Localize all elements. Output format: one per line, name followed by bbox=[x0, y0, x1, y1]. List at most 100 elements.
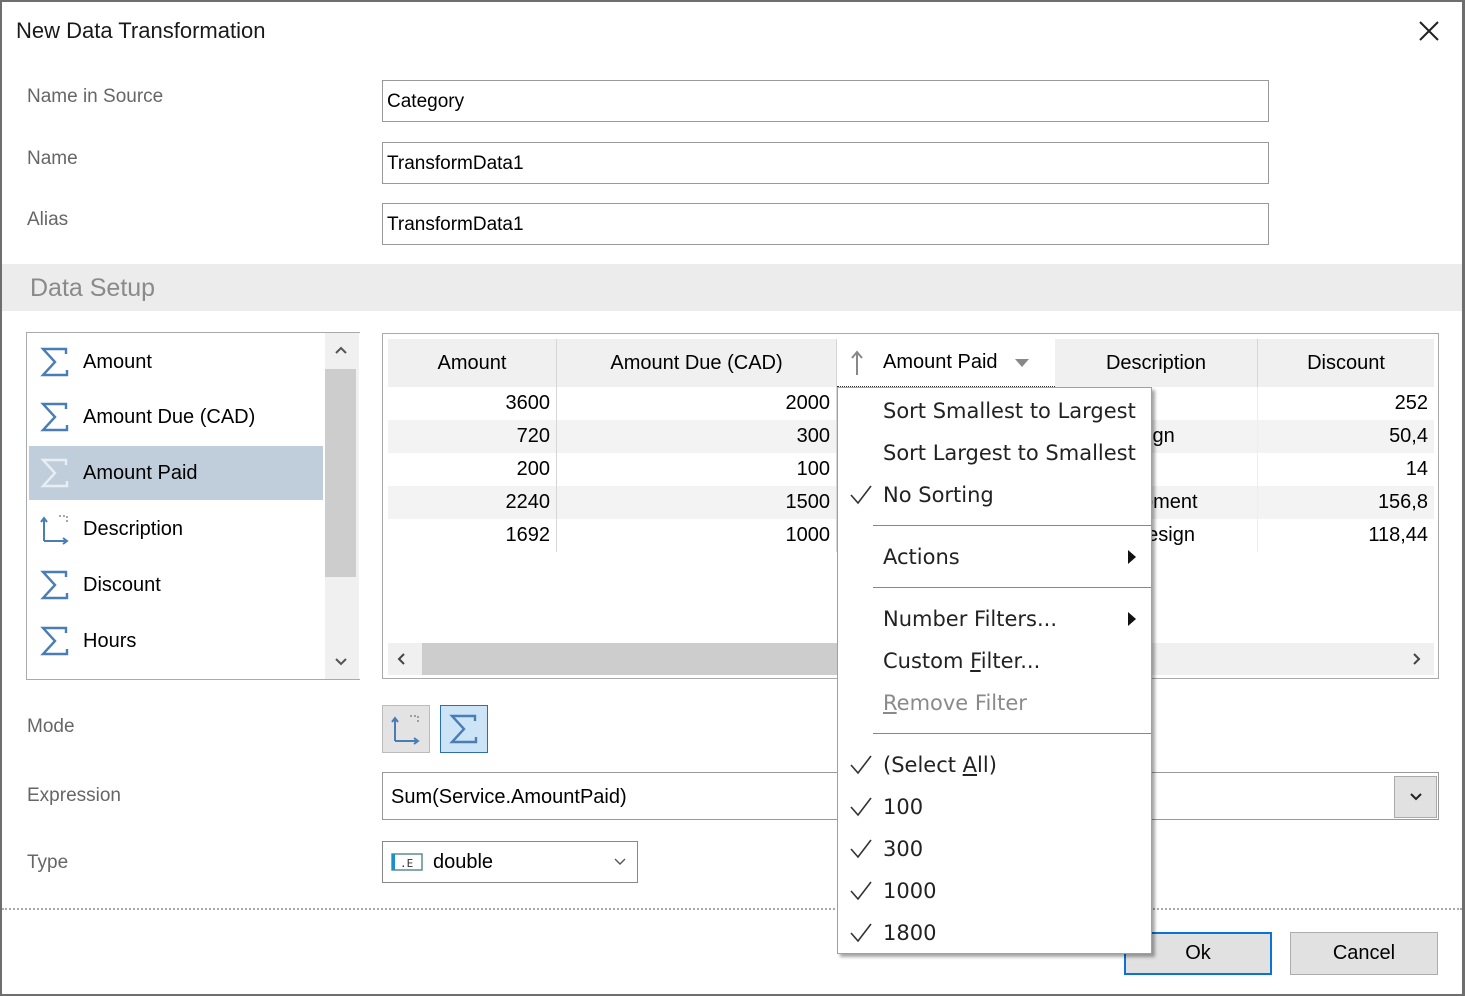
sigma-icon bbox=[29, 569, 81, 601]
sigma-icon bbox=[29, 346, 81, 378]
filter-value-select-all[interactable]: (Select All) bbox=[838, 745, 1151, 785]
data-setup-section: Data Setup bbox=[2, 264, 1462, 311]
name-in-source-input[interactable]: Category bbox=[382, 80, 1269, 122]
column-header-amount-paid[interactable]: Amount Paid bbox=[837, 339, 1055, 387]
scrollbar-thumb[interactable] bbox=[325, 369, 356, 577]
menu-item-label: Number Filters... bbox=[883, 607, 1058, 631]
menu-separator bbox=[873, 587, 1151, 588]
cell-discount: 156,8 bbox=[1377, 491, 1428, 513]
check-icon bbox=[838, 796, 883, 818]
menu-item-label: Sort Smallest to Largest bbox=[883, 399, 1136, 423]
column-header-amount[interactable]: Amount bbox=[388, 339, 557, 387]
menu-item-sort-ascending[interactable]: Sort Smallest to Largest bbox=[838, 391, 1151, 431]
chevron-down-icon bbox=[334, 658, 347, 666]
scroll-left-button[interactable] bbox=[396, 652, 406, 671]
sigma-icon bbox=[449, 714, 478, 744]
cell-discount: 118,44 bbox=[1368, 524, 1428, 546]
field-item-label: Description bbox=[83, 517, 184, 540]
chevron-left-icon bbox=[397, 653, 405, 665]
expression-dropdown-button[interactable] bbox=[1394, 776, 1437, 818]
section-title: Data Setup bbox=[30, 274, 156, 302]
type-label: Type bbox=[27, 852, 69, 873]
scroll-up-button[interactable] bbox=[325, 335, 356, 365]
menu-item-label: Sort Largest to Smallest bbox=[883, 441, 1136, 465]
menu-item-custom-filter[interactable]: Custom Filter... bbox=[838, 641, 1151, 681]
close-icon bbox=[1419, 21, 1439, 41]
field-item-label: Amount Paid bbox=[83, 461, 198, 484]
filter-value-item[interactable]: 100 bbox=[838, 787, 1151, 827]
cancel-button[interactable]: Cancel bbox=[1290, 932, 1438, 975]
cell-amount: 200 bbox=[388, 453, 557, 486]
expression-label: Expression bbox=[27, 785, 121, 806]
submenu-arrow-icon bbox=[1128, 612, 1136, 626]
mode-label: Mode bbox=[27, 716, 75, 737]
filter-value-item[interactable]: 1000 bbox=[838, 871, 1151, 911]
field-item-label: Amount Due (CAD) bbox=[83, 405, 256, 428]
menu-item-number-filters[interactable]: Number Filters... bbox=[838, 599, 1151, 639]
menu-item-sort-descending[interactable]: Sort Largest to Smallest bbox=[838, 433, 1151, 473]
name-label: Name bbox=[27, 148, 78, 169]
cell-discount: 14 bbox=[1405, 458, 1428, 480]
column-header-label: Amount Paid bbox=[883, 351, 998, 373]
scrollbar-thumb[interactable] bbox=[422, 643, 882, 675]
menu-item-no-sorting[interactable]: No Sorting bbox=[838, 475, 1151, 515]
cell-description: pment bbox=[1142, 486, 1258, 519]
menu-separator bbox=[873, 733, 1151, 734]
double-type-icon: .E bbox=[391, 853, 423, 871]
submenu-arrow-icon bbox=[1128, 550, 1136, 564]
menu-item-label: Actions bbox=[883, 545, 960, 569]
cell-discount: 50,4 bbox=[1389, 425, 1428, 447]
menu-item-label: 1000 bbox=[883, 879, 937, 903]
filter-dropdown-icon[interactable] bbox=[1014, 358, 1030, 368]
menu-item-label: Custom Filter... bbox=[883, 649, 1041, 673]
sigma-icon bbox=[29, 457, 81, 489]
chevron-up-icon bbox=[334, 346, 347, 354]
menu-item-label: 300 bbox=[883, 837, 924, 861]
cell-discount: 252 bbox=[1394, 392, 1428, 414]
filter-value-item[interactable]: 300 bbox=[838, 829, 1151, 869]
footer-divider bbox=[2, 908, 1462, 910]
filter-value-item[interactable]: 1800 bbox=[838, 913, 1151, 953]
menu-item-actions[interactable]: Actions bbox=[838, 537, 1151, 577]
scroll-down-button[interactable] bbox=[325, 647, 356, 677]
field-item-amount-paid[interactable]: Amount Paid bbox=[29, 446, 323, 500]
menu-item-label: 100 bbox=[883, 795, 924, 819]
cell-amount: 1692 bbox=[388, 519, 557, 552]
mode-sum-button[interactable] bbox=[440, 705, 488, 753]
cell-amount-due: 2000 bbox=[557, 387, 837, 420]
field-item-amount-due[interactable]: Amount Due (CAD) bbox=[29, 390, 323, 444]
mode-dimension-button[interactable] bbox=[382, 705, 430, 753]
check-icon bbox=[838, 484, 883, 506]
name-input[interactable]: TransformData1 bbox=[382, 142, 1269, 184]
menu-item-label: 1800 bbox=[883, 921, 937, 945]
name-in-source-label: Name in Source bbox=[27, 86, 164, 107]
menu-item-label: Remove Filter bbox=[883, 691, 1027, 715]
column-header-discount[interactable]: Discount bbox=[1258, 339, 1434, 387]
field-item-discount[interactable]: Discount bbox=[29, 558, 323, 612]
dimension-icon bbox=[391, 715, 420, 745]
field-list-scrollbar[interactable] bbox=[325, 333, 359, 679]
cell-description: design bbox=[1136, 519, 1258, 552]
type-select[interactable]: .E double bbox=[382, 841, 638, 883]
column-filter-menu: Sort Smallest to Largest Sort Largest to… bbox=[837, 387, 1152, 954]
cell-amount-due: 100 bbox=[557, 453, 837, 486]
cell-amount-due: 300 bbox=[557, 420, 837, 453]
alias-input[interactable]: TransformData1 bbox=[382, 203, 1269, 245]
check-icon bbox=[838, 838, 883, 860]
check-icon bbox=[838, 754, 883, 776]
field-item-amount[interactable]: Amount bbox=[29, 335, 323, 389]
sigma-icon bbox=[29, 401, 81, 433]
field-item-hours[interactable]: Hours bbox=[29, 614, 323, 668]
chevron-down-icon bbox=[614, 858, 626, 865]
menu-item-remove-filter[interactable]: Remove Filter bbox=[838, 683, 1151, 723]
column-header-amount-due[interactable]: Amount Due (CAD) bbox=[557, 339, 837, 387]
menu-separator bbox=[873, 525, 1151, 526]
sigma-icon bbox=[29, 625, 81, 657]
cell-amount-due: 1000 bbox=[557, 519, 837, 552]
field-item-description[interactable]: Description bbox=[29, 502, 323, 556]
dialog-title: New Data Transformation bbox=[16, 18, 266, 43]
field-item-label: Hours bbox=[83, 629, 137, 652]
scroll-right-button[interactable] bbox=[1412, 652, 1422, 671]
column-header-description[interactable]: Description bbox=[1055, 339, 1258, 387]
close-button[interactable] bbox=[1414, 16, 1444, 46]
